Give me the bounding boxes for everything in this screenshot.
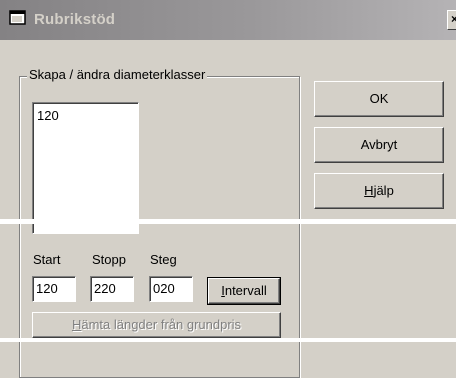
stop-label: Stopp xyxy=(92,252,126,267)
fetch-accelerator: H xyxy=(71,317,82,332)
help-accelerator: H xyxy=(364,183,374,198)
close-button[interactable]: × xyxy=(447,10,456,30)
screenshot-gap-bottom xyxy=(0,338,456,342)
stop-input[interactable]: 220 xyxy=(90,276,134,302)
diameter-class-list[interactable]: 120 xyxy=(32,102,139,234)
fetch-label: ämta längder från grundpris xyxy=(81,317,242,332)
title-bar[interactable]: Rubrikstöd × xyxy=(0,0,456,40)
help-button[interactable]: Hjälp xyxy=(314,173,444,209)
group-legend: Skapa / ändra diameterklasser xyxy=(27,67,208,82)
step-input[interactable]: 020 xyxy=(149,276,193,302)
cancel-button[interactable]: Avbryt xyxy=(314,127,444,163)
step-label: Steg xyxy=(150,252,177,267)
ok-button[interactable]: OK xyxy=(314,81,444,117)
window-title: Rubrikstöd xyxy=(34,11,116,28)
interval-button[interactable]: Intervall xyxy=(207,277,281,305)
start-label: Start xyxy=(33,252,61,267)
interval-label: ntervall xyxy=(224,283,267,298)
list-item[interactable]: 120 xyxy=(37,108,59,123)
fetch-lengths-button: Hämta längder från grundpris xyxy=(32,312,281,338)
screenshot-gap xyxy=(0,219,456,224)
help-label: jälp xyxy=(373,183,394,198)
start-input[interactable]: 120 xyxy=(32,276,76,302)
window-icon xyxy=(9,10,26,25)
